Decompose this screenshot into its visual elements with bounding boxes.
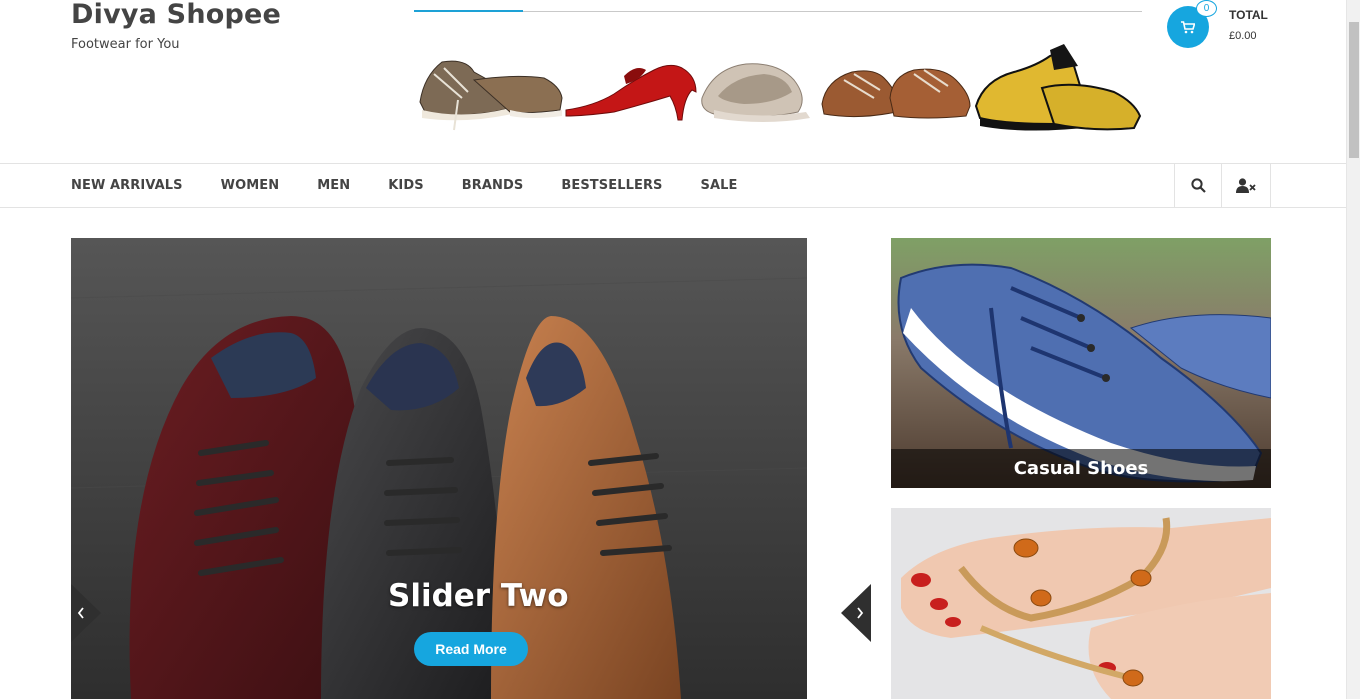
main-nav: NEW ARRIVALS WOMEN MEN KIDS BRANDS BESTS… bbox=[0, 163, 1346, 208]
site-tagline: Footwear for You bbox=[71, 37, 180, 52]
site-title[interactable]: Divya Shopee bbox=[71, 0, 281, 30]
account-button[interactable] bbox=[1221, 164, 1271, 207]
slider-prev-button[interactable] bbox=[71, 584, 101, 642]
nav-tools bbox=[1174, 164, 1271, 207]
red-heel-image bbox=[565, 64, 697, 121]
cart-total-label: TOTAL bbox=[1229, 8, 1268, 22]
slide-image bbox=[71, 238, 807, 699]
nav-item-kids[interactable]: KIDS bbox=[388, 178, 423, 193]
cart-count-badge: 0 bbox=[1196, 0, 1217, 17]
search-button[interactable] bbox=[1174, 164, 1221, 207]
promo-casual-shoes[interactable]: Casual Shoes bbox=[891, 238, 1271, 488]
nav-item-women[interactable]: WOMEN bbox=[221, 178, 280, 193]
hero-slider: Slider Two Read More bbox=[71, 238, 807, 699]
nav-item-new-arrivals[interactable]: NEW ARRIVALS bbox=[71, 178, 183, 193]
mini-cart[interactable]: 0 TOTAL £0.00 bbox=[1167, 0, 1287, 53]
cart-total-value: £0.00 bbox=[1229, 30, 1257, 42]
scrollbar-thumb[interactable] bbox=[1349, 22, 1359, 158]
site-header: Divya Shopee Footwear for You 0 TOTAL £0… bbox=[0, 0, 1346, 163]
banner-shoes-image bbox=[419, 44, 1142, 131]
vertical-scrollbar[interactable] bbox=[1346, 0, 1360, 699]
banner-divider-accent bbox=[414, 10, 523, 12]
sandals-image bbox=[891, 508, 1271, 699]
search-icon bbox=[1190, 178, 1206, 193]
promo-caption-casual: Casual Shoes bbox=[891, 449, 1271, 488]
user-times-icon bbox=[1236, 178, 1256, 193]
page: Divya Shopee Footwear for You 0 TOTAL £0… bbox=[0, 0, 1360, 699]
nav-item-sale[interactable]: SALE bbox=[701, 178, 738, 193]
read-more-button[interactable]: Read More bbox=[414, 632, 528, 666]
promo-sandals[interactable] bbox=[891, 508, 1271, 699]
slide-title: Slider Two bbox=[388, 578, 569, 614]
banner-divider bbox=[414, 11, 1142, 12]
nav-menu: NEW ARRIVALS WOMEN MEN KIDS BRANDS BESTS… bbox=[71, 164, 776, 207]
climbing-shoe-image bbox=[974, 44, 1142, 131]
header-banner bbox=[414, 0, 1142, 135]
ballet-flat-image bbox=[701, 63, 810, 122]
cart-icon bbox=[1181, 20, 1195, 33]
nav-item-brands[interactable]: BRANDS bbox=[462, 178, 524, 193]
brand: Divya Shopee Footwear for You bbox=[71, 0, 281, 52]
nav-item-men[interactable]: MEN bbox=[317, 178, 350, 193]
brown-oxford-image bbox=[821, 68, 971, 119]
slider-next-button[interactable] bbox=[841, 584, 871, 642]
nav-item-bestsellers[interactable]: BESTSELLERS bbox=[561, 178, 662, 193]
sneaker-shoe-image bbox=[419, 60, 563, 131]
